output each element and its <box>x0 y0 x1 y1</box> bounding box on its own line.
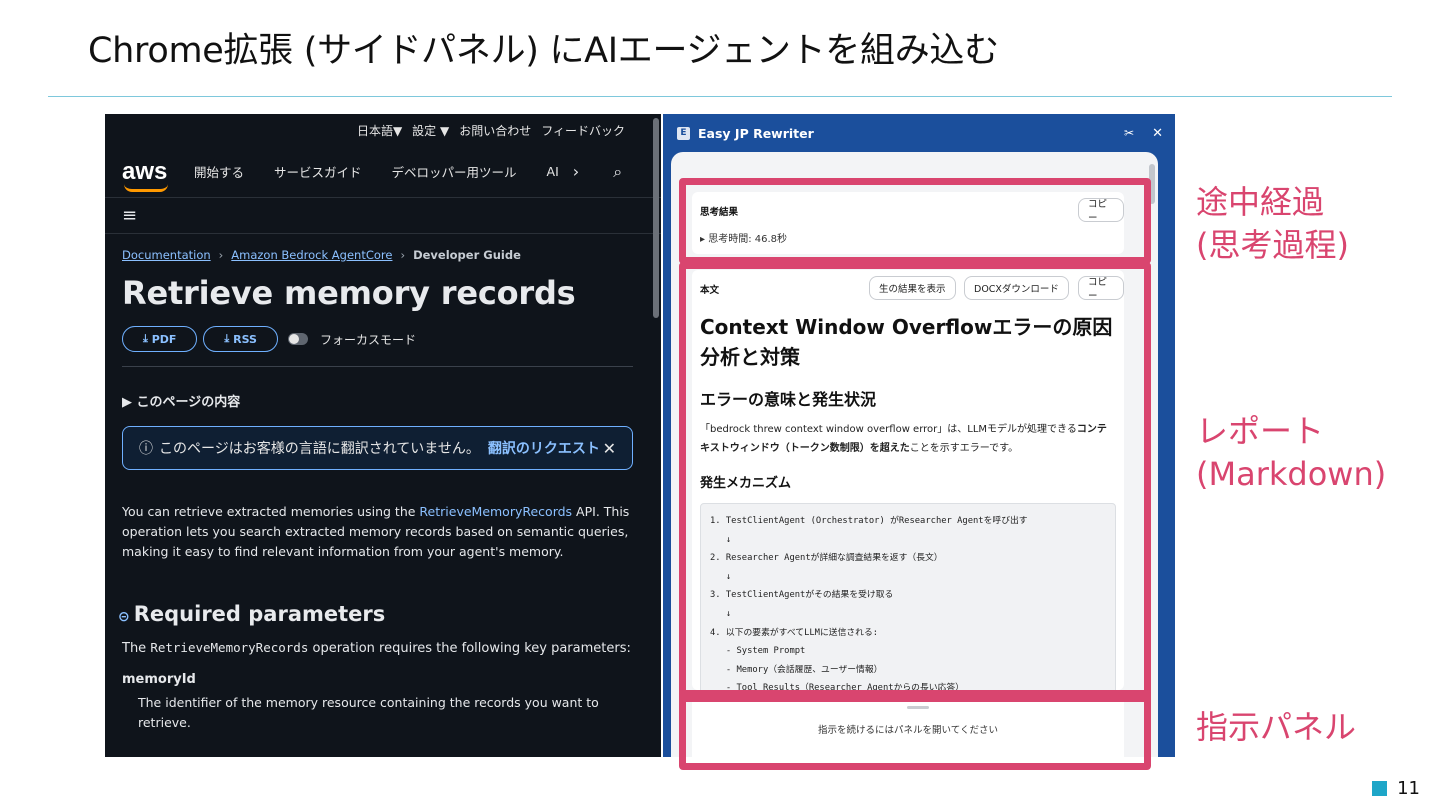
breadcrumb-separator-icon: › <box>400 248 406 262</box>
nav-get-started[interactable]: 開始する <box>194 162 244 181</box>
aws-nav: aws 開始する サービスガイド デベロッパー用ツール AI › ⌕ <box>105 146 661 198</box>
scrollbar[interactable] <box>653 118 659 318</box>
param-name: memoryId <box>122 672 196 687</box>
retrieve-memory-records-link[interactable]: RetrieveMemoryRecords <box>419 504 572 519</box>
close-icon[interactable]: ✕ <box>603 439 616 458</box>
close-icon[interactable]: ✕ <box>1152 126 1163 141</box>
section-paragraph: The RetrieveMemoryRecords operation requ… <box>122 640 631 656</box>
download-icon: ⤓ <box>143 332 152 345</box>
translation-notice: ⓘ このページはお客様の言語に翻訳されていません。 翻訳のリクエスト ✕ <box>122 426 633 470</box>
extension-badge-icon: E <box>677 126 690 140</box>
breadcrumb-developer-guide: Developer Guide <box>413 248 521 262</box>
page-number: 11 <box>1372 778 1420 799</box>
highlight-instruction <box>679 690 1151 770</box>
annotation-thinking: 途中経過 (思考過程) <box>1196 183 1349 264</box>
settings-menu[interactable]: 設定 ▼ <box>412 122 449 139</box>
extension-header: E Easy JP Rewriter ✂ ✕ <box>663 114 1175 152</box>
breadcrumb-separator-icon: › <box>218 248 224 262</box>
nav-developer-tools[interactable]: デベロッパー用ツール <box>392 162 517 181</box>
breadcrumb: Documentation › Amazon Bedrock AgentCore… <box>122 248 633 262</box>
param-description: The identifier of the memory resource co… <box>138 695 599 730</box>
section-title: ⊝ Required parameters <box>118 602 386 626</box>
notice-text: このページはお客様の言語に翻訳されていません。 <box>159 441 480 457</box>
page-marker-icon <box>1372 781 1388 796</box>
toc-toggle[interactable]: ▶ このページの内容 <box>122 391 633 410</box>
unpin-icon[interactable]: ✂ <box>1124 126 1134 140</box>
title-divider <box>48 96 1392 97</box>
highlight-thinking <box>679 178 1151 264</box>
focus-mode-toggle[interactable] <box>287 333 308 345</box>
aws-smile-icon <box>124 184 168 192</box>
hamburger-menu-icon[interactable]: ≡ <box>105 198 661 234</box>
extension-title: Easy JP Rewriter <box>698 125 814 141</box>
breadcrumb-agentcore[interactable]: Amazon Bedrock AgentCore <box>231 248 392 262</box>
nav-service-guide[interactable]: サービスガイド <box>274 162 362 181</box>
annotation-instruction: 指示パネル <box>1196 708 1357 746</box>
breadcrumb-documentation[interactable]: Documentation <box>122 248 211 262</box>
rss-button[interactable]: ⤓ RSS <box>203 326 278 352</box>
aws-docs-screenshot: 日本語▼ 設定 ▼ お問い合わせ フィードバック aws 開始する サービスガイ… <box>105 114 661 757</box>
highlight-report <box>679 262 1151 702</box>
link-icon[interactable]: ⊝ <box>118 609 130 625</box>
aws-topbar: 日本語▼ 設定 ▼ お問い合わせ フィードバック <box>105 114 661 146</box>
annotation-report: レポート (Markdown) <box>1196 412 1387 493</box>
info-icon: ⓘ <box>139 441 153 457</box>
contact-link[interactable]: お問い合わせ <box>459 122 531 139</box>
pdf-button[interactable]: ⤓ PDF <box>122 326 198 352</box>
page-title: Retrieve memory records <box>122 274 576 312</box>
download-icon: ⤓ <box>224 332 234 345</box>
intro-paragraph: You can retrieve extracted memories usin… <box>122 504 630 559</box>
chevron-right-icon[interactable]: › <box>573 162 579 181</box>
nav-ai[interactable]: AI <box>547 164 559 179</box>
search-icon[interactable]: ⌕ <box>613 162 622 182</box>
divider <box>122 366 633 367</box>
language-selector[interactable]: 日本語▼ <box>357 122 402 139</box>
feedback-link[interactable]: フィードバック <box>541 122 625 139</box>
slide-title: Chrome拡張 (サイドパネル) にAIエージェントを組み込む <box>88 31 999 71</box>
focus-mode-label: フォーカスモード <box>319 332 416 347</box>
translation-request-link[interactable]: 翻訳のリクエスト <box>488 438 600 458</box>
aws-logo[interactable]: aws <box>122 159 194 192</box>
